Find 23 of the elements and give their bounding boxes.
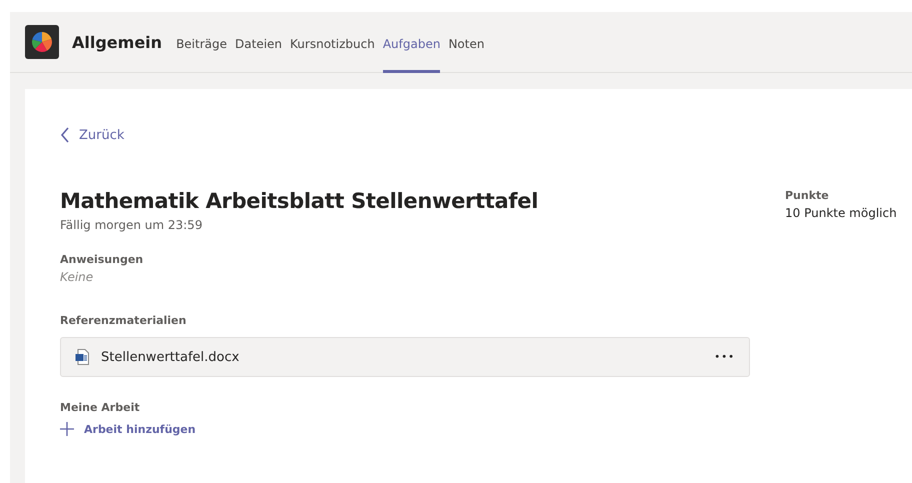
section-label: Anweisungen: [60, 253, 144, 266]
instructions-text: Keine: [60, 270, 94, 284]
due-date: Fällig morgen um 23:59: [60, 218, 204, 232]
plus-icon: [60, 422, 74, 436]
back-link[interactable]: Zurück: [60, 127, 912, 143]
points-label: Punkte: [785, 189, 830, 202]
channel-tab[interactable]: Kursnotizbuch: [290, 12, 375, 72]
team-logo-icon: [25, 25, 59, 59]
channel-tab[interactable]: Aufgaben: [382, 12, 440, 72]
channel-tab[interactable]: Noten: [448, 12, 484, 72]
file-name: Stellenwerttafel.docx: [101, 350, 240, 364]
file-attachment[interactable]: Stellenwerttafel.docx •••: [60, 337, 750, 377]
channel-tab[interactable]: Beiträge: [176, 12, 228, 72]
channel-name: Allgemein: [72, 32, 162, 52]
add-work-link[interactable]: Arbeit hinzufügen: [60, 422, 750, 436]
assignment-title: Mathematik Arbeitsblatt Stellenwerttafel: [60, 189, 540, 213]
section-label: Referenzmaterialien: [60, 314, 188, 327]
more-options-button[interactable]: •••: [714, 352, 735, 362]
chevron-left-icon: [60, 127, 70, 143]
section-label: Meine Arbeit: [60, 401, 141, 414]
word-document-icon: [75, 349, 89, 365]
channel-tab[interactable]: Dateien: [235, 12, 282, 72]
points-value: 10 Punkte möglich: [785, 206, 897, 220]
